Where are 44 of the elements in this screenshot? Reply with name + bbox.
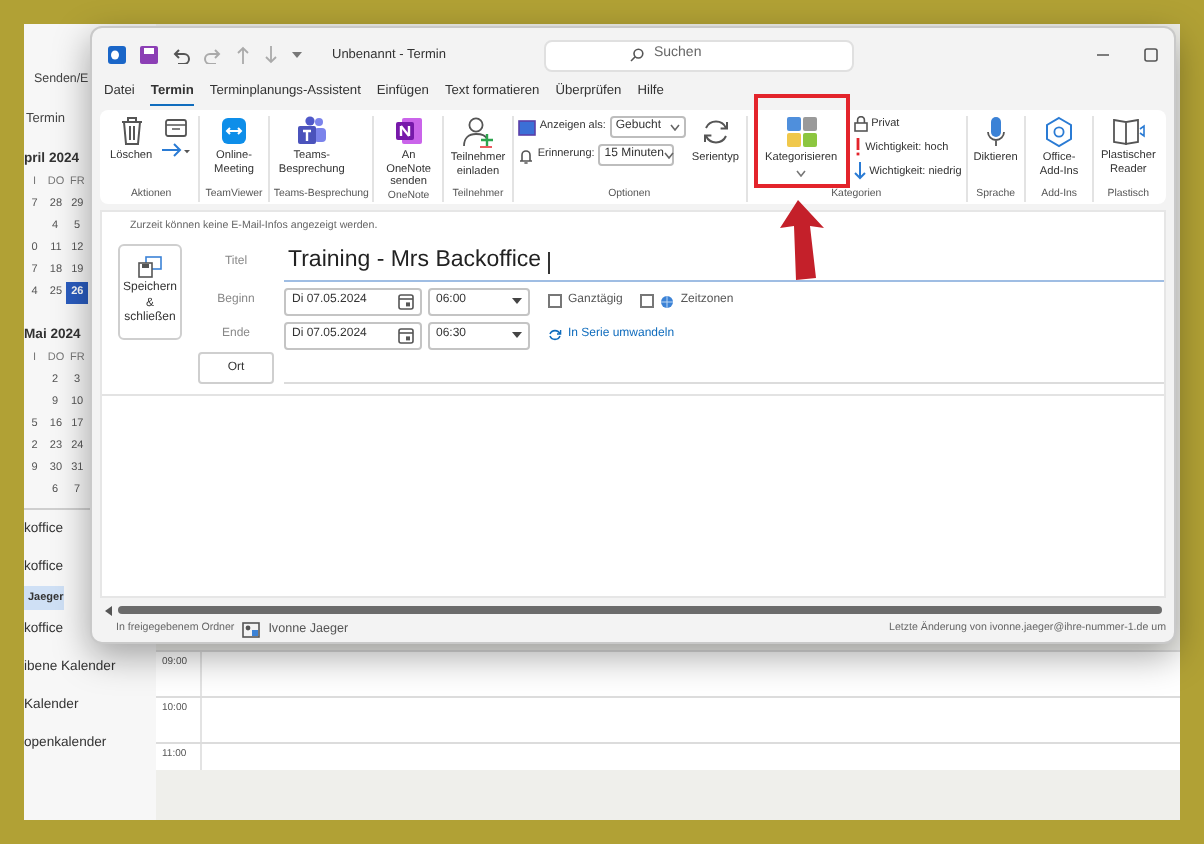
dropdown-icon[interactable] — [292, 51, 302, 59]
globe-icon — [660, 293, 675, 309]
microphone-icon — [985, 116, 1006, 148]
undo-icon[interactable] — [172, 47, 190, 63]
annotation-arrow — [776, 198, 828, 282]
redo-icon[interactable] — [204, 47, 222, 63]
person-add-icon — [461, 116, 494, 148]
people-icon — [295, 116, 328, 146]
notebook-icon — [393, 116, 424, 146]
save-icon[interactable] — [140, 46, 158, 64]
lock-icon — [853, 116, 868, 133]
down-arrow-icon[interactable] — [264, 46, 278, 64]
trash-icon — [119, 116, 144, 146]
calendar-icon — [398, 327, 414, 343]
calendar-arrow-icon — [160, 118, 193, 162]
caret-icon — [669, 123, 680, 131]
contact-card-icon — [242, 622, 261, 638]
caret-icon — [512, 297, 522, 305]
book-icon — [1111, 116, 1146, 146]
save-calendar-icon — [138, 256, 162, 279]
search-icon — [629, 48, 644, 62]
recurrence-icon — [699, 116, 732, 148]
title-text: Training - Mrs Backoffice — [288, 246, 542, 277]
scroll-left-icon[interactable] — [104, 605, 112, 615]
move-button[interactable] — [158, 118, 195, 162]
calendar-icon — [398, 293, 414, 309]
down-arrow-icon — [853, 162, 866, 181]
minimize-icon[interactable] — [1096, 48, 1110, 62]
hexagon-icon — [1044, 116, 1075, 148]
caret-icon — [663, 151, 674, 159]
highlight-frame — [753, 94, 850, 188]
scrollbar-thumb[interactable] — [118, 606, 1162, 614]
caret-icon — [512, 331, 522, 339]
up-arrow-icon[interactable] — [236, 46, 250, 64]
exclamation-icon — [853, 138, 862, 157]
recurrence-icon — [548, 328, 562, 342]
video-meeting-icon — [220, 116, 248, 146]
app-icon[interactable] — [108, 46, 126, 64]
category-grid-icon — [785, 116, 818, 148]
status-icon — [517, 119, 536, 135]
bell-icon — [517, 147, 534, 163]
maximize-icon[interactable] — [1144, 48, 1158, 62]
caret-icon — [796, 169, 807, 178]
text-cursor — [547, 251, 550, 273]
